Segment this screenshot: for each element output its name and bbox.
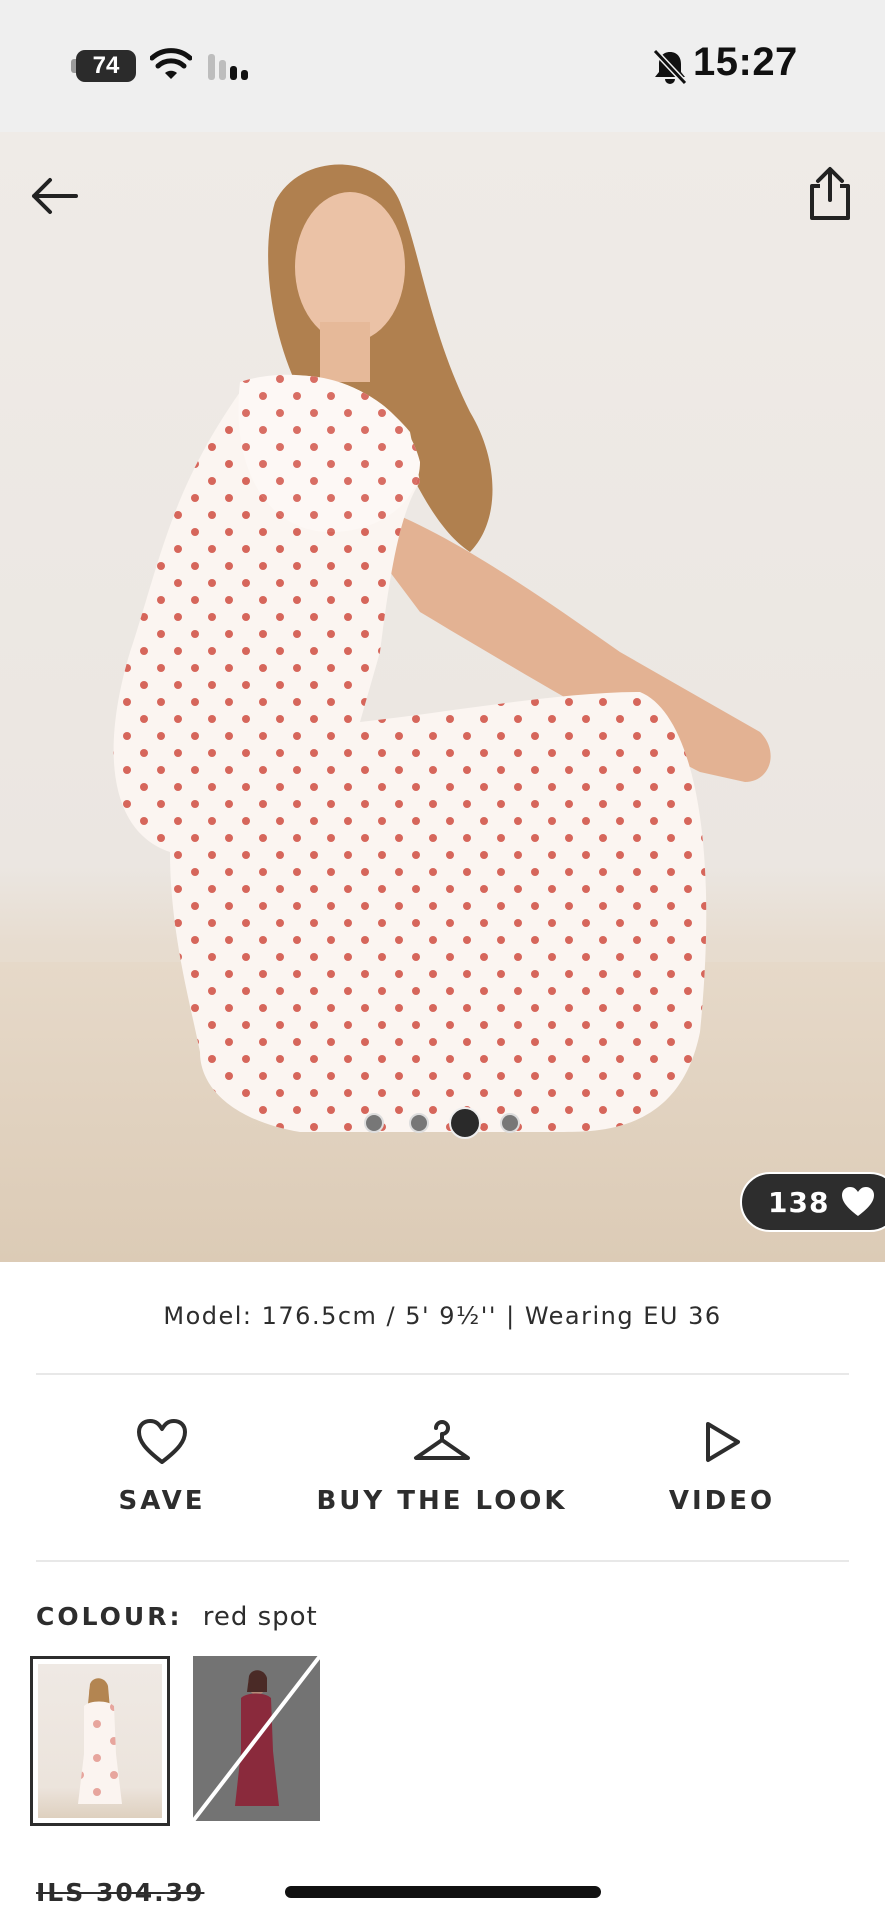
save-label: SAVE	[118, 1486, 206, 1516]
divider	[36, 1560, 849, 1562]
colour-swatch-unavailable[interactable]	[193, 1656, 320, 1821]
buy-the-look-label: BUY THE LOOK	[316, 1486, 568, 1516]
home-indicator[interactable]	[285, 1886, 601, 1898]
divider	[36, 1373, 849, 1375]
battery-indicator: 74	[71, 50, 136, 82]
save-button[interactable]: SAVE	[32, 1410, 292, 1560]
share-icon[interactable]	[802, 164, 858, 224]
colour-swatch-selected[interactable]	[30, 1656, 170, 1826]
colour-selector-label: COLOUR: red spot	[36, 1602, 318, 1632]
carousel-dot[interactable]	[500, 1113, 520, 1133]
product-image-carousel[interactable]: 138	[0, 132, 885, 1262]
bell-muted-icon	[652, 48, 688, 86]
original-price: ILS 304.39	[36, 1878, 205, 1907]
swatch-thumbnail-unavailable	[193, 1656, 320, 1821]
play-icon	[706, 1422, 740, 1462]
heart-filled-icon	[842, 1187, 875, 1216]
colour-key: COLOUR:	[36, 1602, 183, 1631]
likes-count: 138	[768, 1185, 830, 1219]
back-arrow-icon[interactable]	[26, 168, 82, 224]
model-info: Model: 176.5cm / 5' 9½'' | Wearing EU 36	[163, 1302, 722, 1330]
heart-icon	[137, 1419, 187, 1464]
video-label: VIDEO	[668, 1486, 776, 1516]
wifi-icon	[150, 48, 192, 79]
status-bar: 74 15:27	[0, 0, 885, 132]
buy-the-look-button[interactable]: BUY THE LOOK	[312, 1410, 572, 1560]
carousel-indicators	[0, 1107, 885, 1147]
product-actions: SAVE BUY THE LOOK VIDEO	[0, 1410, 885, 1560]
video-button[interactable]: VIDEO	[592, 1410, 852, 1560]
hanger-icon	[414, 1420, 470, 1460]
colour-value: red spot	[202, 1602, 318, 1632]
likes-badge[interactable]: 138	[740, 1172, 885, 1232]
signal-icon	[208, 54, 248, 80]
carousel-dot-active[interactable]	[449, 1107, 481, 1139]
product-photo	[113, 164, 771, 1132]
carousel-dot[interactable]	[409, 1113, 429, 1133]
status-time: 15:27	[693, 40, 798, 84]
carousel-dot[interactable]	[364, 1113, 384, 1133]
swatch-thumbnail	[78, 1678, 122, 1804]
